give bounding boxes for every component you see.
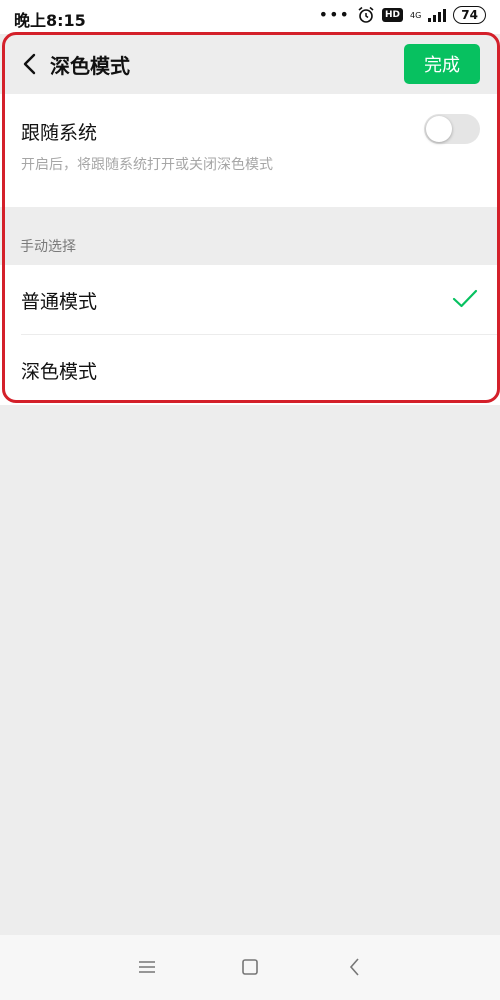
mode-options-list: 普通模式 深色模式 <box>0 265 500 405</box>
menu-icon[interactable] <box>135 955 159 979</box>
option-dark-mode[interactable]: 深色模式 <box>0 335 500 405</box>
status-icons: ••• HD 4G 74 <box>319 6 486 24</box>
system-navigation-bar <box>0 935 500 1000</box>
follow-system-description: 开启后，将跟随系统打开或关闭深色模式 <box>21 157 273 173</box>
dots-icon: ••• <box>318 5 350 24</box>
manual-section-title: 手动选择 <box>20 239 76 255</box>
back-icon[interactable] <box>343 955 367 979</box>
follow-system-card: 跟随系统 开启后，将跟随系统打开或关闭深色模式 <box>0 94 500 207</box>
back-arrow-icon[interactable] <box>18 50 44 78</box>
toggle-knob <box>426 116 452 142</box>
network-type: 4G <box>410 10 422 20</box>
battery-icon: 74 <box>453 6 486 24</box>
alarm-icon <box>358 6 374 23</box>
nav-bar: 深色模式 完成 <box>0 34 500 94</box>
follow-system-toggle[interactable] <box>424 114 480 144</box>
signal-icon <box>428 8 447 22</box>
status-bar: 晚上8:15 ••• HD 4G 74 <box>0 0 500 34</box>
option-label: 普通模式 <box>21 291 98 313</box>
status-time: 晚上8:15 <box>14 11 86 30</box>
follow-system-label: 跟随系统 <box>21 122 98 144</box>
done-button[interactable]: 完成 <box>404 44 480 84</box>
hd-icon: HD <box>381 8 403 22</box>
option-label: 深色模式 <box>21 361 98 383</box>
page-title: 深色模式 <box>50 54 130 78</box>
option-normal-mode[interactable]: 普通模式 <box>0 265 500 335</box>
home-icon[interactable] <box>238 955 262 979</box>
checkmark-icon <box>452 289 478 308</box>
